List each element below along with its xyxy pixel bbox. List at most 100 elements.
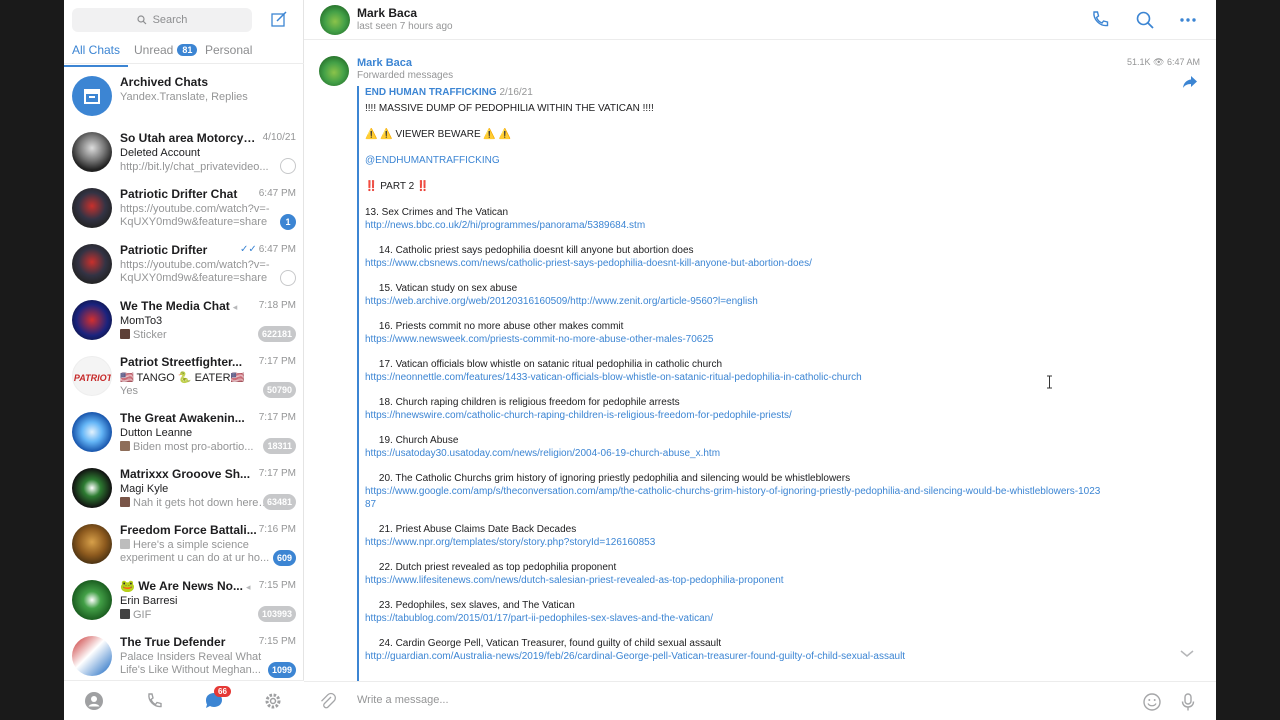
- link-item-url[interactable]: https://tabublog.com/2015/01/17/part-ii-…: [365, 612, 1105, 625]
- chat-item[interactable]: Patriotic Drifter Chat 6:47 PM https://y…: [64, 180, 304, 236]
- avatar: [72, 188, 112, 228]
- svg-text:PATRIOT: PATRIOT: [74, 373, 112, 383]
- link-item-title: 14. Catholic priest says pedophilia does…: [365, 245, 694, 256]
- message-warning: ⚠️ ⚠️ VIEWER BEWARE ⚠️ ⚠️: [365, 129, 512, 140]
- chat-sender: 🇺🇸 TANGO 🐍 EATER🇺🇸: [120, 372, 245, 384]
- chat-title: Patriot Streetfighter...: [120, 355, 243, 369]
- avatar: [72, 468, 112, 508]
- chat-preview: Yes: [120, 385, 138, 397]
- link-list: 13. Sex Crimes and The Vatican http://new…: [365, 206, 1105, 663]
- link-item: 13. Sex Crimes and The Vatican http://new…: [365, 206, 1105, 232]
- chat-time: 7:17 PM: [258, 356, 296, 367]
- avatar: [72, 300, 112, 340]
- link-item-url[interactable]: https://www.newsweek.com/priests-commit-…: [365, 333, 1105, 346]
- link-item-url[interactable]: https://www.lifesitenews.com/news/dutch-…: [365, 574, 1105, 587]
- link-item-url[interactable]: https://www.npr.org/templates/story/stor…: [365, 536, 1105, 549]
- link-item-title: 22. Dutch priest revealed as top pedophi…: [365, 562, 617, 573]
- more-icon[interactable]: [1178, 10, 1198, 30]
- tab-all-chats[interactable]: All Chats: [64, 43, 129, 67]
- link-item: 22. Dutch priest revealed as top pedophi…: [365, 561, 1105, 587]
- link-item-url[interactable]: https://neonnettle.com/features/1433-vat…: [365, 371, 1105, 384]
- chat-item[interactable]: 🐸 We Are News No... ◂ 7:15 PM Erin Barres…: [64, 572, 304, 628]
- chat-title: Matrixxx Grooove Sh...: [120, 467, 251, 481]
- emoji-icon[interactable]: [1142, 692, 1162, 712]
- link-item-title: 21. Priest Abuse Claims Date Back Decade…: [365, 524, 577, 535]
- chat-preview: GIF: [120, 609, 270, 622]
- link-item-title: 24. Cardin George Pell, Vatican Treasure…: [365, 638, 722, 649]
- link-item-url[interactable]: https://hnewswire.com/catholic-church-ra…: [365, 409, 1105, 422]
- unread-badge: 1: [280, 214, 296, 230]
- chat-item[interactable]: We The Media Chat ◂ 7:18 PM MomTo3 Sticke…: [64, 292, 304, 348]
- image-thumbnail: [120, 497, 130, 507]
- chat-preview: Sticker: [120, 329, 270, 342]
- link-item-url[interactable]: https://usatoday30.usatoday.com/news/rel…: [365, 447, 1105, 460]
- chat-sender: MomTo3: [120, 315, 163, 327]
- tab-unread[interactable]: Unread 81: [134, 43, 198, 57]
- chat-name[interactable]: Mark Baca: [357, 6, 417, 20]
- search-icon[interactable]: [1135, 10, 1155, 30]
- avatar: [72, 636, 112, 676]
- read-checkmarks-icon: ✓✓: [239, 244, 257, 255]
- calls-icon[interactable]: [144, 691, 164, 711]
- message-composer: Write a message...: [304, 681, 1216, 720]
- chat-item[interactable]: Patriotic Drifter ✓✓ 6:47 PM https://yout…: [64, 236, 304, 292]
- link-item-url[interactable]: https://web.archive.org/web/201203161605…: [365, 295, 1105, 308]
- preview-text: GIF: [133, 609, 152, 621]
- chat-preview: https://youtube.com/watch?v=-KqUXY0md9w&…: [120, 203, 270, 228]
- avatar[interactable]: [319, 56, 349, 86]
- forward-origin[interactable]: END HUMAN TRAFFICKING 2/16/21: [365, 86, 1105, 99]
- chat-item[interactable]: Matrixxx Grooove Sh... 7:17 PM Magi Kyle…: [64, 460, 304, 516]
- attach-icon[interactable]: [318, 692, 338, 712]
- share-icon[interactable]: [1182, 74, 1198, 90]
- chat-time: 7:15 PM: [258, 580, 296, 591]
- link-item-url[interactable]: https://www.google.com/amp/s/theconversa…: [365, 485, 1105, 511]
- chevron-down-icon[interactable]: [1174, 640, 1200, 666]
- chat-item-archived[interactable]: Archived Chats Yandex.Translate, Replies: [64, 68, 304, 124]
- chat-preview: Nah it gets hot down here i...: [120, 497, 270, 510]
- message-author[interactable]: Mark Baca: [357, 57, 412, 69]
- search-input[interactable]: Search: [72, 8, 252, 32]
- chat-item[interactable]: The True Defender 7:15 PM Palace Insider…: [64, 628, 304, 682]
- mic-icon[interactable]: [1178, 692, 1198, 712]
- link-item: 16. Priests commit no more abuse other m…: [365, 320, 1105, 346]
- link-item: 21. Priest Abuse Claims Date Back Decade…: [365, 523, 1105, 549]
- unread-badge: 63481: [262, 494, 296, 510]
- avatar: [72, 580, 112, 620]
- image-thumbnail: [120, 441, 130, 451]
- contacts-icon[interactable]: [84, 691, 104, 711]
- archive-icon: [72, 76, 112, 116]
- chat-item[interactable]: So Utah area Motorcycle Ri... 4/10/21 De…: [64, 124, 304, 180]
- chat-sender: Deleted Account: [120, 147, 201, 159]
- avatar[interactable]: [320, 5, 350, 35]
- link-item: 14. Catholic priest says pedophilia does…: [365, 244, 1105, 270]
- chat-title: Archived Chats: [120, 75, 209, 89]
- forwarded-message-body: END HUMAN TRAFFICKING 2/16/21 !!!! MASSI…: [365, 86, 1105, 663]
- compose-icon[interactable]: [269, 10, 289, 30]
- chat-item[interactable]: The Great Awakenin... 7:17 PM Dutton Lea…: [64, 404, 304, 460]
- forward-accent-bar: [357, 86, 359, 681]
- chat-time: ✓✓ 6:47 PM: [240, 244, 296, 255]
- pin-icon: [280, 270, 296, 286]
- link-item: 19. Church Abuse https://usatoday30.usato…: [365, 434, 1105, 460]
- chat-time: 7:17 PM: [258, 468, 296, 479]
- eye-icon: 👁: [1153, 57, 1165, 67]
- mention-link[interactable]: @ENDHUMANTRAFFICKING: [365, 154, 1105, 167]
- chat-time: 7:18 PM: [258, 300, 296, 311]
- link-item-url[interactable]: https://www.cbsnews.com/news/catholic-pr…: [365, 257, 1105, 270]
- chat-title: Freedom Force Battali...: [120, 523, 257, 537]
- chat-title: The True Defender: [120, 635, 226, 649]
- folder-tabs: All Chats Unread 81 Personal: [64, 36, 304, 67]
- chat-item[interactable]: Freedom Force Battali... 7:16 PM Here's …: [64, 516, 304, 572]
- chats-unread-badge: 66: [214, 686, 231, 697]
- link-item: 20. The Catholic Churchs grim history of…: [365, 472, 1105, 511]
- sticker-thumbnail: [120, 329, 130, 339]
- unread-badge: 622181: [257, 326, 296, 342]
- link-item-url[interactable]: http://guardian.com/Australia-news/2019/…: [365, 650, 1105, 663]
- message-input[interactable]: Write a message...: [357, 694, 449, 706]
- link-item-url[interactable]: http://news.bbc.co.uk/2/hi/programmes/pa…: [365, 219, 1105, 232]
- phone-icon[interactable]: [1090, 10, 1110, 30]
- settings-icon[interactable]: [263, 691, 283, 711]
- tab-personal[interactable]: Personal: [205, 43, 252, 57]
- chat-item[interactable]: PATRIOT Patriot Streetfighter... 7:17 PM…: [64, 348, 304, 404]
- preview-text: Sticker: [133, 329, 167, 341]
